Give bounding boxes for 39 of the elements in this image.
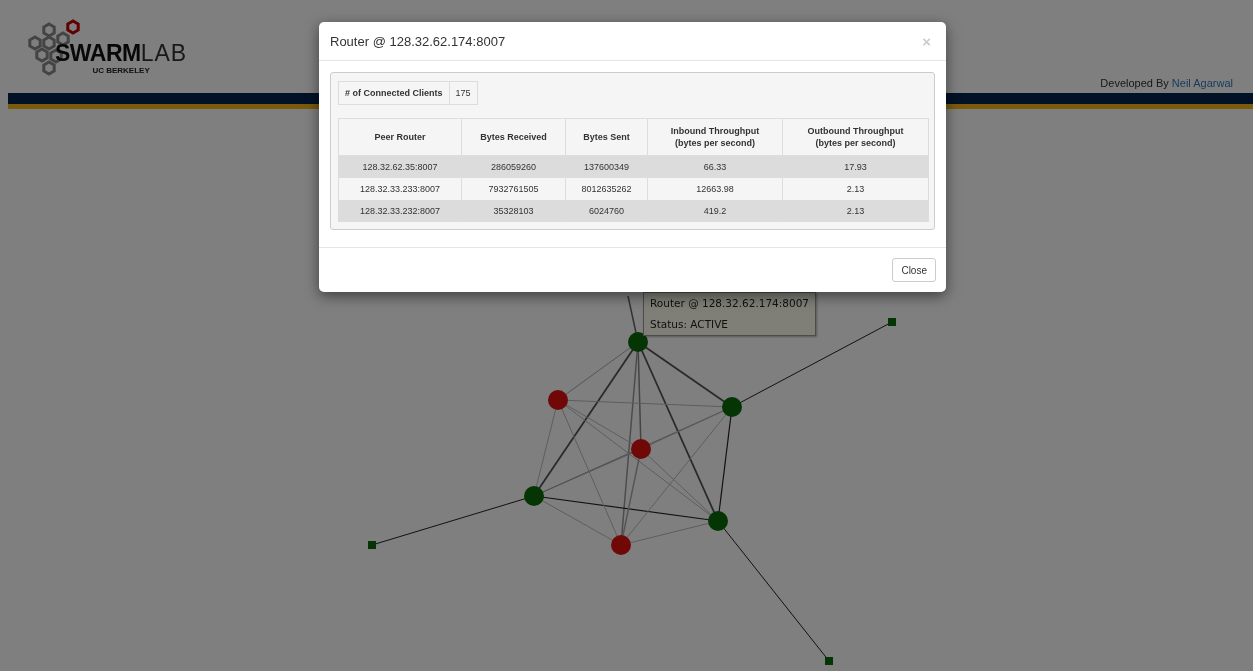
- credit-text: Developed By: [1100, 77, 1169, 89]
- router-node[interactable]: [611, 535, 631, 555]
- table-cell: 128.32.33.232:8007: [338, 200, 462, 222]
- table-cell: 12663.98: [647, 178, 783, 200]
- client-node[interactable]: [368, 541, 376, 549]
- table-cell: 66.33: [647, 155, 783, 178]
- column-header: Bytes Received: [461, 118, 566, 156]
- column-header: Inbound Throughput (bytes per second): [647, 118, 783, 156]
- table-cell: 8012635262: [565, 178, 648, 200]
- table-cell: 2.13: [782, 178, 929, 200]
- logo-wordmark: LAB: [140, 42, 188, 65]
- tooltip-title: Router @ 128.32.62.174:8007: [650, 297, 810, 310]
- table-cell: 419.2: [647, 200, 783, 222]
- column-header: Bytes Sent: [565, 118, 648, 156]
- column-header: Peer Router: [338, 118, 462, 156]
- table-cell: 128.32.62.35:8007: [338, 155, 462, 178]
- table-cell: 2.13: [782, 200, 929, 222]
- table-cell: 7932761505: [461, 178, 566, 200]
- table-cell: 128.32.33.233:8007: [338, 178, 462, 200]
- logo-wordmark: SWARM: [55, 42, 141, 65]
- logo-subtitle: UC BERKELEY: [92, 66, 150, 75]
- table-cell: 35328103: [461, 200, 566, 222]
- dialog-title: Router @ 128.32.62.174:8007: [330, 33, 506, 49]
- tooltip-status: Status: ACTIVE: [650, 318, 729, 331]
- table-cell: 6024760: [565, 200, 648, 222]
- router-node[interactable]: [631, 439, 651, 459]
- client-node[interactable]: [888, 318, 896, 326]
- table-cell: 17.93: [782, 155, 929, 178]
- client-node[interactable]: [825, 657, 833, 665]
- router-node[interactable]: [628, 332, 648, 352]
- router-node[interactable]: [708, 511, 728, 531]
- clients-label: # of Connected Clients: [339, 82, 450, 104]
- clients-count: 175: [454, 87, 472, 100]
- router-node[interactable]: [548, 390, 568, 410]
- close-button[interactable]: Close: [892, 258, 936, 282]
- router-node[interactable]: [722, 397, 742, 417]
- column-header: Outbound Throughput (bytes per second): [782, 118, 929, 156]
- router-node[interactable]: [524, 486, 544, 506]
- author-link[interactable]: Neil Agarwal: [1171, 77, 1233, 89]
